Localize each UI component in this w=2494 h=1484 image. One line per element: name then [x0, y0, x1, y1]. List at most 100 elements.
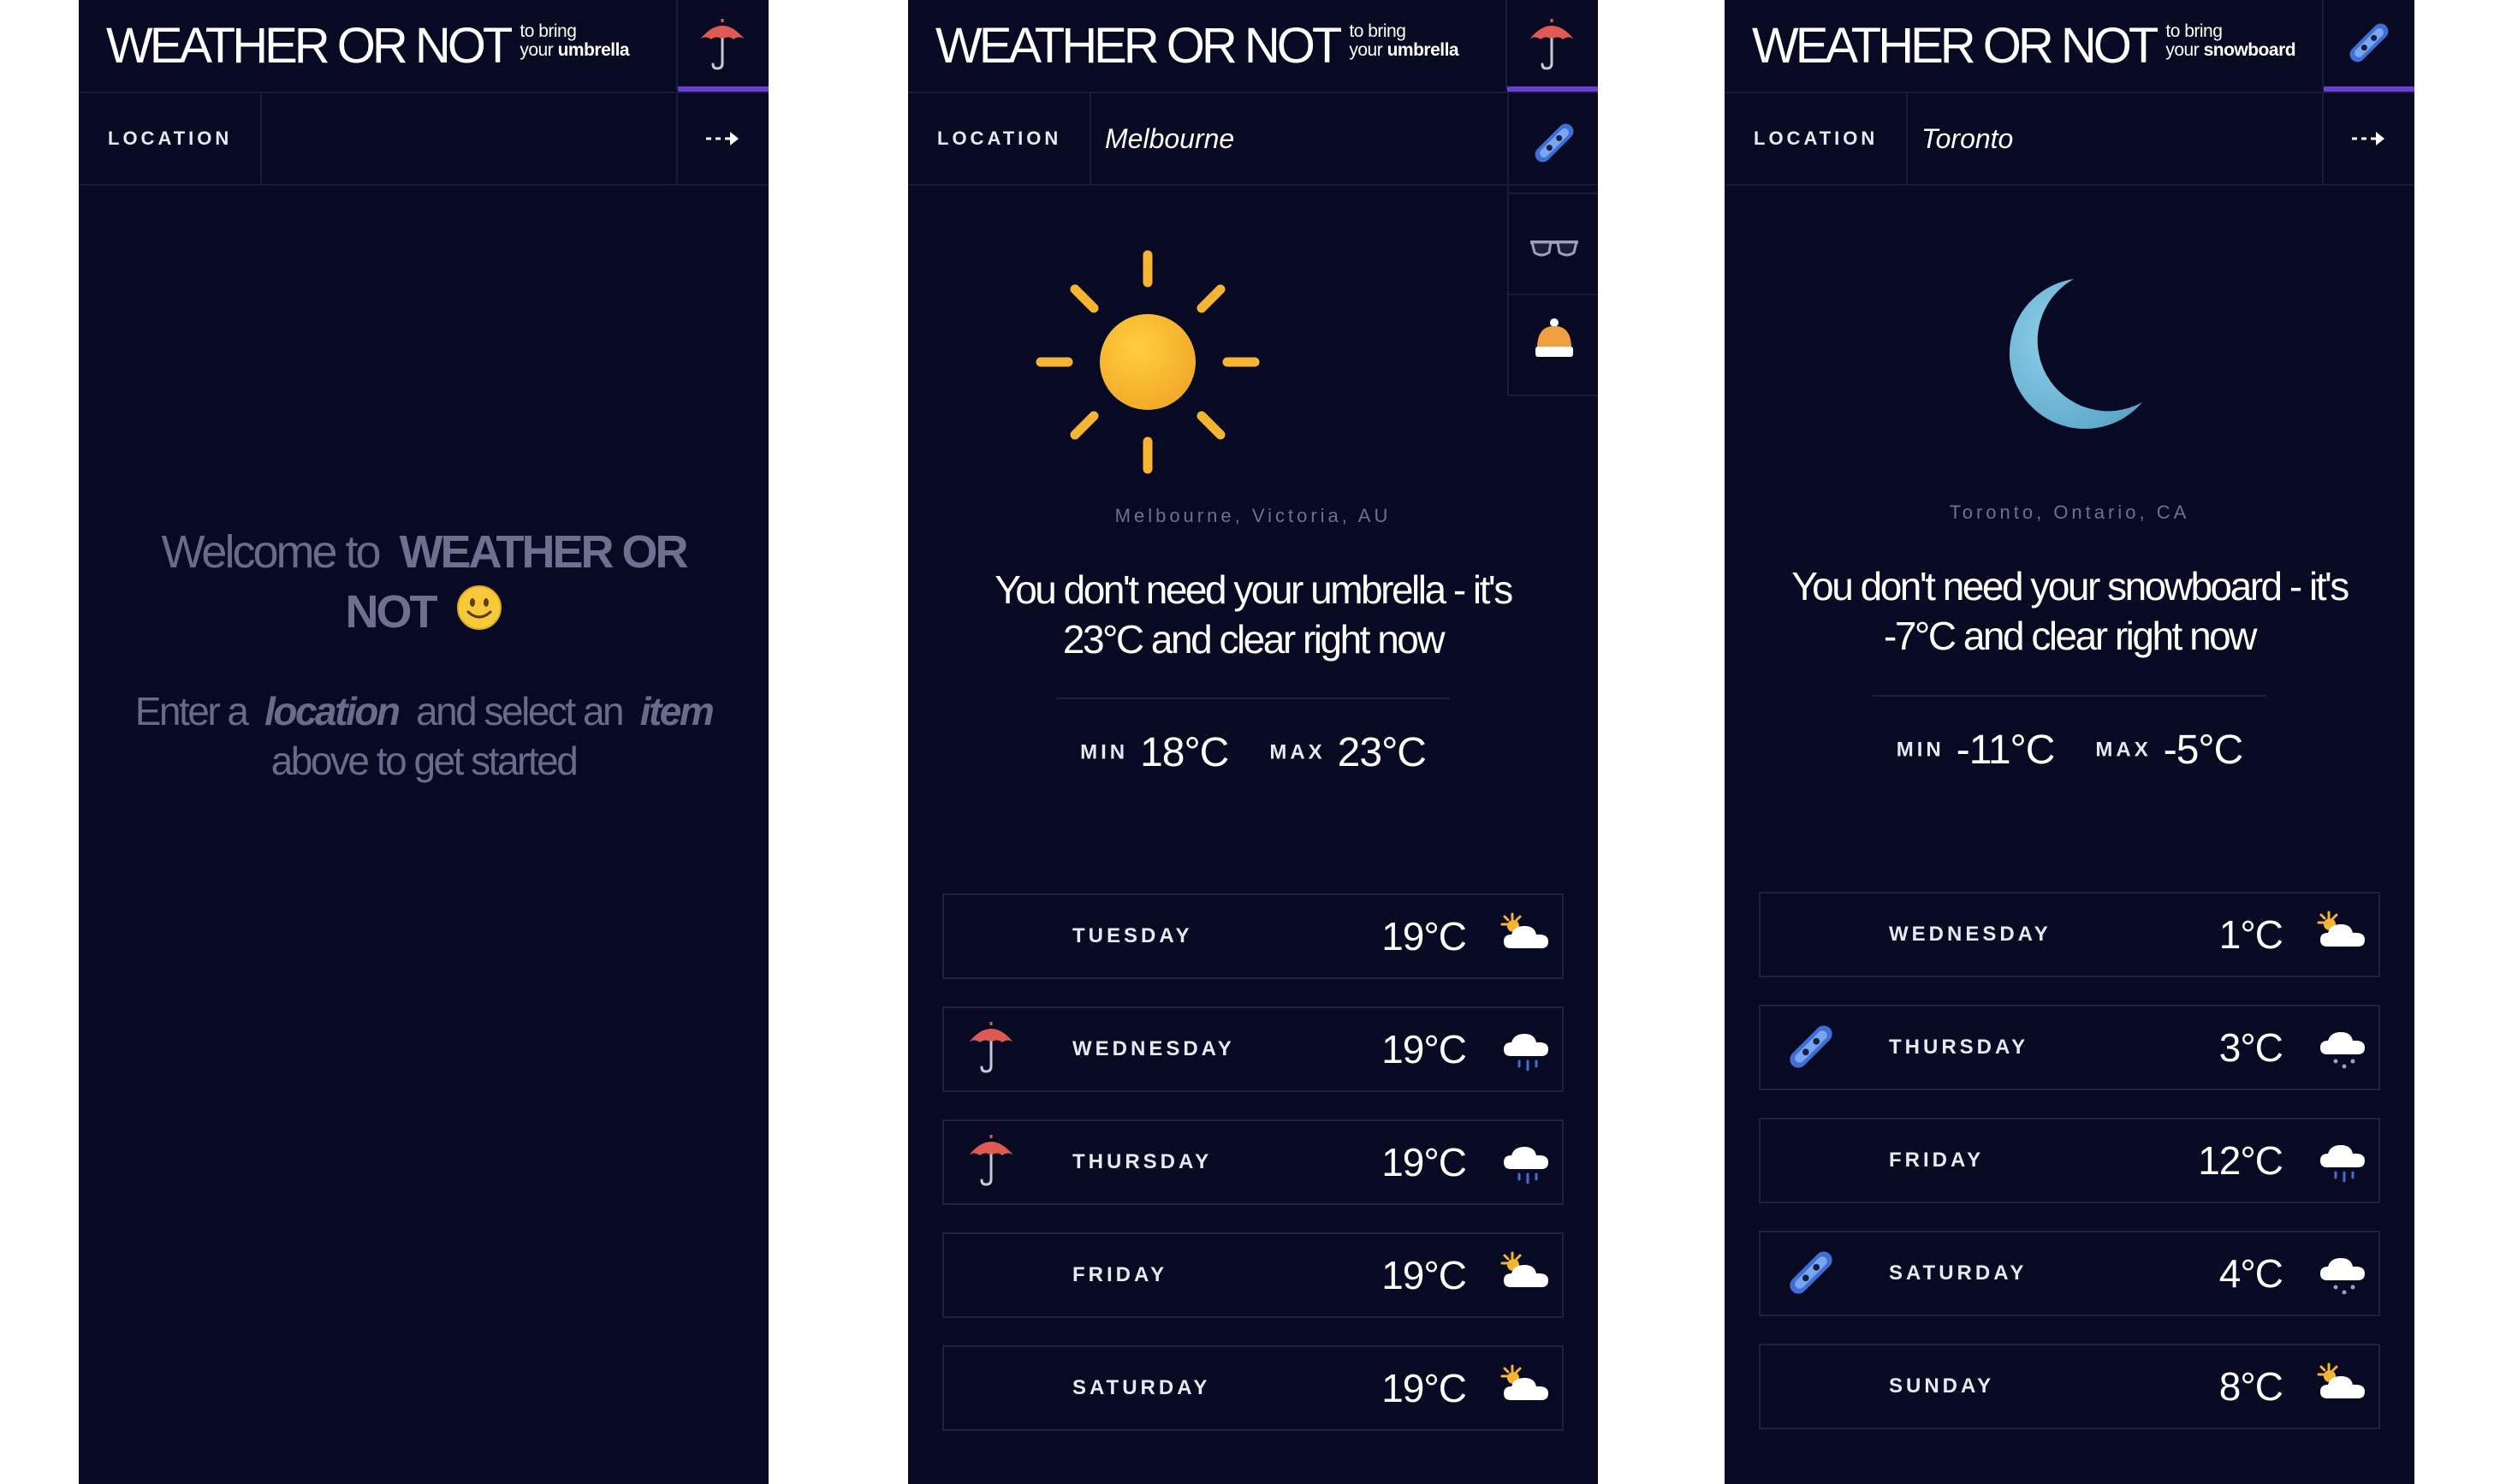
- brand-logo: WEATHER OR NOT to bring your umbrella: [106, 17, 630, 74]
- divider: [1056, 697, 1450, 699]
- divider: [1906, 93, 1908, 184]
- max-temp: -5°C: [2163, 727, 2244, 773]
- location-bar: LOCATION: [1725, 93, 2414, 186]
- snowboard-icon: [1783, 1244, 1839, 1305]
- location-label: LOCATION: [108, 128, 233, 149]
- forecast-row[interactable]: TUESDAY 19°C: [942, 893, 1564, 979]
- min-temp: 18°C: [1140, 730, 1229, 775]
- arrow-right-icon: [706, 132, 739, 145]
- forecast-day: WEDNESDAY: [1072, 1037, 1235, 1060]
- forecast-row[interactable]: THURSDAY 19°C: [942, 1119, 1564, 1205]
- beanie-icon: [1535, 318, 1573, 357]
- forecast-row[interactable]: WEDNESDAY 1°C: [1759, 892, 2380, 977]
- melbourne-screen: WEATHER OR NOT to bring your umbrella LOCA…: [908, 0, 1598, 1484]
- toronto-screen: WEATHER OR NOT to bring your snowboard LOC…: [1725, 0, 2414, 1484]
- partly-cloudy-icon: [1500, 1362, 1553, 1416]
- forecast-temp: 19°C: [1381, 1366, 1467, 1410]
- forecast-row[interactable]: THURSDAY 3°C: [1759, 1005, 2380, 1090]
- forecast-day: THURSDAY: [1889, 1036, 2029, 1059]
- umbrella-icon: [700, 19, 745, 70]
- forecast-row[interactable]: SUNDAY 8°C: [1759, 1344, 2380, 1429]
- forecast-day: FRIDAY: [1889, 1149, 1985, 1172]
- verdict-text: You don't need your umbrella - it's 23°C…: [995, 567, 1513, 662]
- brand-subtitle: to bring your umbrella: [520, 21, 630, 60]
- brand-title: WEATHER OR NOT: [1752, 18, 2158, 74]
- brand-logo: WEATHER OR NOT to bring your umbrella: [935, 17, 1459, 74]
- selected-item-name: umbrella: [557, 40, 630, 60]
- sunglasses-icon: [1530, 240, 1578, 257]
- forecast-row[interactable]: SATURDAY 4°C: [1759, 1231, 2380, 1316]
- forecast-day: THURSDAY: [1072, 1150, 1213, 1173]
- forecast-day: FRIDAY: [1072, 1263, 1168, 1286]
- max-temp: 23°C: [1337, 730, 1427, 775]
- submit-arrow-button[interactable]: [676, 93, 769, 184]
- location-input[interactable]: [276, 119, 652, 158]
- forecast-row[interactable]: FRIDAY 12°C: [1759, 1118, 2380, 1203]
- location-bar: LOCATION: [79, 93, 769, 186]
- snow-cloud-icon: [2317, 1248, 2370, 1302]
- welcome-title: Welcome to WEATHER OR NOT: [113, 522, 734, 645]
- snow-cloud-icon: [2317, 1022, 2370, 1076]
- umbrella-icon: [966, 1020, 1016, 1077]
- item-dropdown-menu: [1507, 93, 1598, 396]
- snowboard-icon: [1783, 1018, 1839, 1079]
- item-selector-button[interactable]: [1505, 0, 1598, 92]
- menu-item-sunglasses[interactable]: [1507, 194, 1598, 295]
- place-name: Toronto, Ontario, CA: [1949, 502, 2190, 523]
- forecast-list: WEDNESDAY 1°C THURSDAY 3°C FRIDAY 12°C SATURDA…: [1759, 892, 2380, 1457]
- brand-title: WEATHER OR NOT: [106, 18, 513, 74]
- location-label: LOCATION: [937, 128, 1062, 149]
- location-input[interactable]: [1921, 119, 2298, 158]
- welcome-message: Welcome to WEATHER OR NOT Enter a locati…: [113, 522, 734, 786]
- min-label: MIN: [1896, 738, 1945, 762]
- partly-cloudy-icon: [1500, 1250, 1553, 1303]
- min-temp: -11°C: [1956, 727, 2056, 773]
- menu-item-snowboard[interactable]: [1507, 93, 1598, 194]
- umbrella-icon: [1529, 19, 1574, 70]
- location-bar: LOCATION: [908, 93, 1598, 186]
- divider: [1090, 93, 1091, 184]
- arrow-right-icon: [2352, 132, 2384, 145]
- app-header: WEATHER OR NOT to bring your umbrella: [908, 0, 1598, 93]
- brand-subtitle: to bring your umbrella: [1349, 21, 1459, 60]
- forecast-day: WEDNESDAY: [1889, 923, 2052, 946]
- item-selector-button[interactable]: [2322, 0, 2414, 92]
- divider: [1873, 695, 2266, 697]
- location-input[interactable]: [1105, 119, 1482, 158]
- snowboard-icon: [2349, 23, 2389, 62]
- forecast-day: SUNDAY: [1889, 1374, 1995, 1398]
- partly-cloudy-icon: [2317, 1361, 2370, 1415]
- forecast-day: SATURDAY: [1889, 1261, 2028, 1285]
- submit-arrow-button[interactable]: [2322, 93, 2414, 184]
- max-label: MAX: [2095, 738, 2152, 762]
- rain-cloud-icon: [1500, 1024, 1553, 1077]
- rain-cloud-icon: [2317, 1135, 2370, 1189]
- min-label: MIN: [1080, 740, 1129, 764]
- brand-subtitle: to bring your snowboard: [2165, 21, 2296, 60]
- forecast-day: TUESDAY: [1072, 924, 1193, 947]
- forecast-temp: 12°C: [2198, 1138, 2283, 1183]
- min-max-temps: MIN -11°C MAX -5°C: [1725, 727, 2414, 774]
- app-header: WEATHER OR NOT to bring your snowboard: [1725, 0, 2414, 93]
- forecast-row[interactable]: SATURDAY 19°C: [942, 1345, 1564, 1431]
- place-name: Melbourne, Victoria, AU: [1114, 505, 1392, 526]
- welcome-brand: WEATHER OR NOT: [345, 526, 689, 638]
- location-label: LOCATION: [1754, 128, 1879, 149]
- app-header: WEATHER OR NOT to bring your umbrella: [79, 0, 769, 93]
- forecast-day: SATURDAY: [1072, 1376, 1211, 1399]
- selected-item-name: umbrella: [1387, 40, 1459, 60]
- forecast-temp: 19°C: [1381, 914, 1467, 959]
- snowboard-icon: [1535, 123, 1574, 163]
- forecast-list: TUESDAY 19°C WEDNESDAY 19°C THURSDAY 19°C FRID…: [942, 893, 1564, 1458]
- divider: [260, 93, 262, 184]
- smiley-icon: [456, 585, 502, 645]
- umbrella-icon: [966, 1133, 1016, 1190]
- welcome-instructions: Enter a location and select an item above…: [134, 689, 715, 784]
- menu-item-beanie[interactable]: [1507, 295, 1598, 396]
- brand-logo: WEATHER OR NOT to bring your snowboard: [1752, 17, 2296, 74]
- welcome-screen: WEATHER OR NOT to bring your umbrella LOCA…: [79, 0, 769, 1484]
- forecast-row[interactable]: WEDNESDAY 19°C: [942, 1006, 1564, 1092]
- item-selector-button[interactable]: [676, 0, 769, 92]
- sun-icon: [1036, 250, 1260, 474]
- forecast-row[interactable]: FRIDAY 19°C: [942, 1232, 1564, 1318]
